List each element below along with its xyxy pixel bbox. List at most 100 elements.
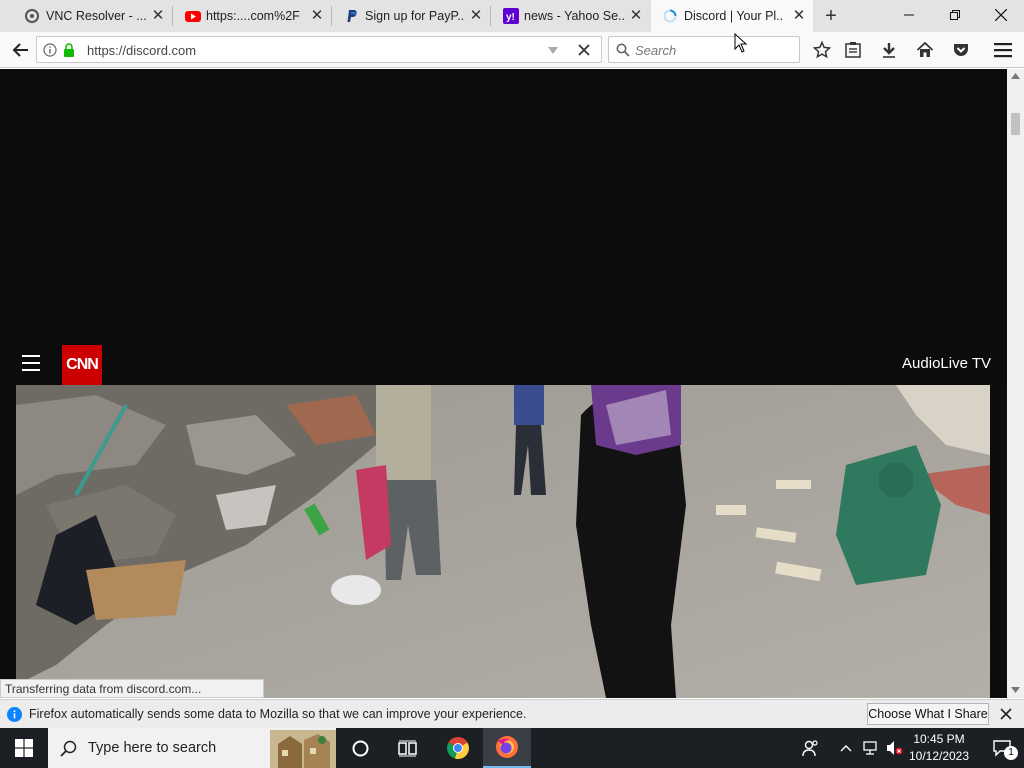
site-menu-icon[interactable] [22, 355, 40, 371]
chrome-icon [447, 737, 469, 760]
tab-yahoo[interactable]: y! news - Yahoo Se... ✕ [491, 0, 650, 32]
action-center-button[interactable]: 1 [980, 728, 1024, 768]
scroll-up-icon[interactable] [1011, 73, 1020, 79]
search-icon [60, 740, 77, 757]
web-page-viewport: CNN AudioLive TV [0, 69, 1007, 698]
network-button[interactable] [858, 728, 882, 768]
firefox-icon [496, 736, 518, 758]
windows-logo-icon [15, 739, 33, 757]
downloads-button[interactable] [877, 38, 901, 62]
svg-text:y!: y! [506, 12, 515, 23]
cnn-logo[interactable]: CNN [62, 345, 102, 385]
notification-text: Firefox automatically sends some data to… [29, 707, 527, 721]
dropdown-arrow-icon[interactable] [548, 47, 558, 54]
close-icon [578, 44, 590, 56]
clock-time: 10:45 PM [913, 732, 965, 746]
tab-paypal[interactable]: Sign up for PayP... ✕ [332, 0, 490, 32]
clock-date: 10/12/2023 [908, 749, 970, 763]
cortana-circle-icon [352, 740, 368, 756]
url-bar[interactable]: https://discord.com [36, 36, 602, 63]
home-button[interactable] [913, 38, 937, 62]
cortana-button[interactable] [336, 728, 384, 768]
scrollbar-thumb[interactable] [1011, 113, 1020, 135]
chrome-taskbar-button[interactable] [434, 728, 482, 768]
bookmark-button[interactable] [810, 38, 834, 62]
close-tab-icon[interactable]: ✕ [468, 8, 484, 24]
taskbar-search-placeholder: Type here to search [88, 740, 217, 756]
tab-discord[interactable]: Discord | Your Pl... ✕ [651, 0, 813, 32]
search-highlight-illustration-icon [270, 730, 336, 768]
menu-button[interactable] [991, 38, 1015, 62]
close-icon[interactable] [1000, 708, 1012, 720]
star-icon [813, 41, 831, 59]
volume-muted-icon [887, 741, 903, 755]
start-button[interactable] [0, 728, 48, 768]
system-clock[interactable]: 10:45 PM 10/12/2023 [906, 731, 972, 765]
street-rubble-photo-image [16, 385, 990, 698]
minimize-icon [904, 14, 914, 16]
minimize-button[interactable] [886, 0, 932, 30]
scroll-down-icon[interactable] [1011, 687, 1020, 693]
back-arrow-icon [12, 43, 28, 57]
url-text: https://discord.com [87, 43, 197, 58]
yahoo-icon: y! [503, 8, 519, 24]
tab-label: VNC Resolver - ... [46, 9, 147, 23]
taskbar-search-box[interactable]: Type here to search [48, 728, 336, 768]
tab-label: news - Yahoo Se... [524, 9, 624, 23]
close-icon [995, 9, 1007, 21]
page-scrollbar[interactable] [1007, 69, 1024, 698]
notification-count-badge: 1 [1004, 746, 1018, 760]
info-icon [7, 707, 22, 722]
close-tab-icon[interactable]: ✕ [150, 8, 166, 24]
close-tab-icon[interactable]: ✕ [791, 8, 807, 24]
audiolive-tv-link[interactable]: AudioLive TV [902, 355, 991, 372]
info-icon[interactable] [43, 43, 57, 57]
back-button[interactable] [9, 38, 33, 62]
mouse-cursor-icon [734, 33, 748, 53]
home-icon [916, 41, 934, 57]
tab-youtube[interactable]: https:....com%2F ✕ [173, 0, 331, 32]
pocket-icon [954, 44, 968, 56]
choose-what-i-share-button[interactable]: Choose What I Share [867, 703, 989, 725]
people-button[interactable] [788, 728, 834, 768]
people-icon [802, 740, 818, 757]
windows-taskbar: Type here to search 10:45 PM 10/12/2023 … [0, 728, 1024, 768]
stop-loading-button[interactable] [572, 38, 596, 62]
data-collection-notification: Firefox automatically sends some data to… [0, 699, 1024, 728]
tab-vnc-resolver[interactable]: VNC Resolver - ... ✕ [0, 0, 172, 32]
tab-strip: VNC Resolver - ... ✕ https:....com%2F ✕ … [0, 0, 1024, 32]
close-tab-icon[interactable]: ✕ [309, 8, 325, 24]
news-photo [16, 385, 990, 698]
clipboard-icon [845, 42, 861, 58]
vnc-icon [25, 9, 39, 23]
reading-list-button[interactable] [841, 38, 865, 62]
tab-label: Sign up for PayP... [365, 9, 465, 23]
search-icon [616, 43, 630, 57]
video-ad-area [0, 69, 1007, 343]
show-hidden-icons-button[interactable] [836, 728, 856, 768]
restore-icon [950, 10, 960, 20]
close-tab-icon[interactable]: ✕ [628, 8, 644, 24]
status-panel: Transferring data from discord.com... [0, 679, 264, 698]
pocket-button[interactable] [949, 38, 973, 62]
restore-button[interactable] [932, 0, 978, 30]
new-tab-button[interactable]: + [820, 5, 842, 27]
download-arrow-icon [883, 43, 895, 58]
lock-icon[interactable] [63, 43, 75, 57]
paypal-icon [347, 10, 357, 22]
search-bar[interactable]: Search [608, 36, 800, 63]
cnn-header: CNN AudioLive TV [0, 343, 1007, 385]
volume-button[interactable] [883, 728, 905, 768]
tab-label: https:....com%2F [206, 9, 300, 23]
task-view-icon [398, 740, 417, 756]
close-window-button[interactable] [978, 0, 1024, 30]
loading-spinner-icon [663, 9, 677, 23]
task-view-button[interactable] [384, 728, 432, 768]
network-icon [863, 741, 877, 755]
search-placeholder: Search [635, 43, 677, 58]
hamburger-menu-icon [994, 43, 1012, 58]
firefox-taskbar-button[interactable] [483, 728, 531, 768]
tab-label: Discord | Your Pl... [684, 9, 784, 23]
youtube-icon [185, 11, 201, 22]
navigation-toolbar: https://discord.com Search [0, 32, 1024, 68]
